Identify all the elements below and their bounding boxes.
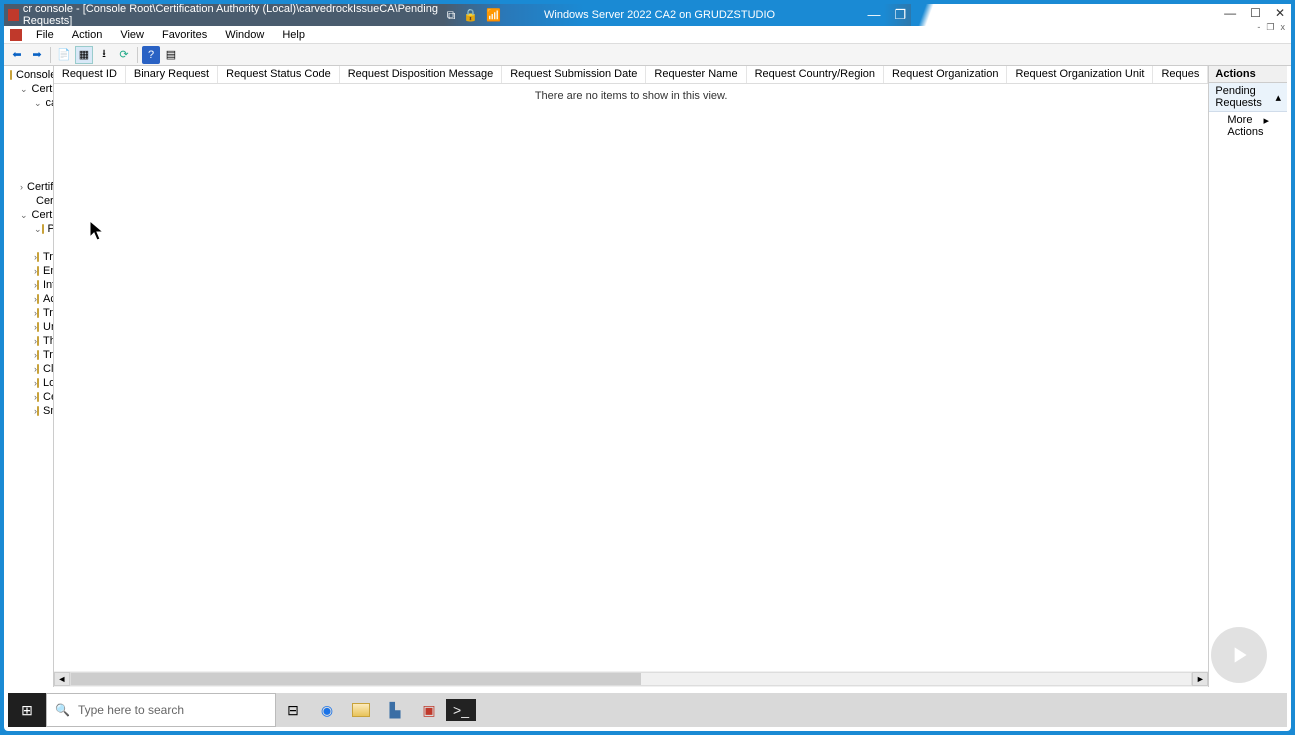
vm-connection-icons: ⧉ 🔒 📶 (444, 8, 504, 23)
search-icon: 🔍 (55, 703, 70, 717)
tree-client-auth[interactable]: ›Client Authentication Issuers (8, 362, 53, 376)
taskbar-mmc[interactable]: ▣ (412, 693, 446, 727)
menu-action[interactable]: Action (64, 27, 111, 43)
col-submission-date[interactable]: Request Submission Date (502, 66, 646, 83)
menu-window[interactable]: Window (217, 27, 272, 43)
tree-local-nonremovable[interactable]: ›Local NonRemovable Certificates (8, 376, 53, 390)
help-button[interactable]: ? (142, 46, 160, 64)
horizontal-scrollbar[interactable]: ◄ ► (54, 671, 1209, 687)
app-icon (8, 9, 19, 21)
actions-more[interactable]: More Actions ▸ (1209, 112, 1287, 140)
tree-enroll-requests[interactable]: ›Certificate Enrollment Requests (8, 390, 53, 404)
tree-trusted-publishers[interactable]: ›Trusted Publishers (8, 306, 53, 320)
toolbar: ⬅ ➡ 📄 ▦ ⭳ ⟳ ? ▤ (4, 44, 1291, 66)
export-button[interactable]: ⭳ (95, 46, 113, 64)
scroll-left-button[interactable]: ◄ (54, 672, 70, 686)
lock-icon[interactable]: 🔒 (463, 8, 478, 22)
scroll-right-button[interactable]: ► (1192, 672, 1208, 686)
tree-enterprise-trust[interactable]: ›Enterprise Trust (8, 264, 53, 278)
tree-failed[interactable]: Failed Requests (8, 152, 54, 166)
signal-icon: 📶 (486, 8, 501, 22)
outer-minimize-button[interactable]: — (1224, 6, 1236, 20)
tree-intermediate[interactable]: ›Intermediate Certification Authorities (8, 278, 53, 292)
tree-templates-dc[interactable]: Certificate Templates (DC1.carvedrock.co… (8, 194, 53, 208)
taskbar: ⊞ 🔍 Type here to search ⊟ ◉ ▙ ▣ >_ (8, 693, 1287, 727)
vm-clipboard-icon[interactable]: ⧉ (447, 8, 456, 23)
app-small-icon (10, 29, 22, 41)
col-organization[interactable]: Request Organization (884, 66, 1007, 83)
mdi-close-button[interactable]: x (1281, 22, 1286, 33)
actions-more-label: More Actions (1227, 114, 1263, 138)
task-view-button[interactable]: ⊟ (276, 693, 310, 727)
col-more[interactable]: Reques (1153, 66, 1208, 83)
empty-list-message: There are no items to show in this view. (54, 84, 1209, 102)
col-requester-name[interactable]: Requester Name (646, 66, 746, 83)
results-pane: Request ID Binary Request Request Status… (54, 66, 1210, 687)
show-hide-tree-button[interactable]: ▦ (75, 46, 93, 64)
back-button[interactable]: ⬅ (8, 46, 26, 64)
view-options-button[interactable]: ▤ (162, 46, 180, 64)
tree-console-root[interactable]: Console Root (8, 68, 53, 82)
col-disposition-message[interactable]: Request Disposition Message (340, 66, 503, 83)
tree-smart-card[interactable]: ›Smart Card Trusted Roots (8, 404, 53, 418)
taskbar-edge[interactable]: ◉ (310, 693, 344, 727)
mdi-minimize-button[interactable]: - (1257, 22, 1260, 33)
vm-host-title: Windows Server 2022 CA2 on GRUDZSTUDIO (504, 9, 851, 21)
forward-button[interactable]: ➡ (28, 46, 46, 64)
col-request-id[interactable]: Request ID (54, 66, 126, 83)
tree-certs-local[interactable]: ›Certificates (Local Computer) (8, 180, 53, 194)
outer-close-button[interactable]: ✕ (1275, 6, 1285, 20)
menu-help[interactable]: Help (274, 27, 313, 43)
refresh-button[interactable]: ⟳ (115, 46, 133, 64)
taskbar-cmd[interactable]: >_ (446, 699, 476, 721)
actions-pane: Actions Pending Requests ▴ More Actions … (1209, 66, 1287, 687)
actions-section-label: Pending Requests (1215, 85, 1275, 109)
vm-title-bar: cr console - [Console Root\Certification… (4, 4, 1291, 26)
up-button[interactable]: 📄 (55, 46, 73, 64)
mdi-restore-button[interactable]: ❐ (1266, 22, 1274, 33)
outer-maximize-button[interactable]: ☐ (1250, 6, 1261, 20)
collapse-icon[interactable]: ▴ (1275, 91, 1281, 104)
app-window-title: cr console - [Console Root\Certification… (23, 3, 444, 27)
tree-issued[interactable]: Issued Certificates (8, 124, 54, 138)
col-organization-unit[interactable]: Request Organization Unit (1007, 66, 1153, 83)
tree-ca-local[interactable]: ⌄Certification Authority (Local) (8, 82, 53, 96)
search-placeholder: Type here to search (78, 703, 184, 717)
tree-untrusted[interactable]: ›Untrusted Certificates (8, 320, 53, 334)
tree-third-party[interactable]: ›Third-Party Root Certification Authorit… (8, 334, 53, 348)
tree-aduo[interactable]: ›Active Directory User Object (8, 292, 53, 306)
tree-pending[interactable]: Pending Requests (8, 138, 54, 152)
console-tree[interactable]: Console Root ⌄Certification Authority (L… (8, 66, 54, 687)
tree-personal[interactable]: ⌄Personal (8, 222, 53, 236)
tree-templates[interactable]: Certificate Templates (8, 166, 54, 180)
taskbar-search[interactable]: 🔍 Type here to search (46, 693, 276, 727)
vm-minimize-button[interactable]: — (867, 7, 880, 23)
taskbar-server-manager[interactable]: ▙ (378, 693, 412, 727)
tree-personal-certificates[interactable]: Certificates (8, 236, 54, 250)
tree-trusted-root[interactable]: ›Trusted Root Certification Authorities (8, 250, 53, 264)
tree-certs-user[interactable]: ⌄Certificates - Current User (8, 208, 53, 222)
col-status-code[interactable]: Request Status Code (218, 66, 340, 83)
actions-section-pending[interactable]: Pending Requests ▴ (1209, 83, 1287, 112)
vm-restore-button[interactable]: ❐ (894, 7, 906, 23)
column-headers: Request ID Binary Request Request Status… (54, 66, 1209, 84)
scroll-thumb[interactable] (71, 673, 641, 685)
menu-bar: File Action View Favorites Window Help (4, 26, 1291, 44)
start-button[interactable]: ⊞ (8, 693, 46, 727)
menu-view[interactable]: View (112, 27, 152, 43)
chevron-right-icon: ▸ (1263, 114, 1269, 138)
menu-favorites[interactable]: Favorites (154, 27, 215, 43)
video-play-overlay[interactable] (1211, 627, 1267, 683)
menu-file[interactable]: File (28, 27, 62, 43)
col-binary-request[interactable]: Binary Request (126, 66, 218, 83)
tree-revoked[interactable]: Revoked Certificates (8, 110, 54, 124)
col-country-region[interactable]: Request Country/Region (747, 66, 884, 83)
taskbar-explorer[interactable] (344, 693, 378, 727)
actions-header: Actions (1209, 66, 1287, 83)
tree-trusted-people[interactable]: ›Trusted People (8, 348, 53, 362)
tree-ca-name[interactable]: ⌄carvedrockIssueCA (8, 96, 53, 110)
